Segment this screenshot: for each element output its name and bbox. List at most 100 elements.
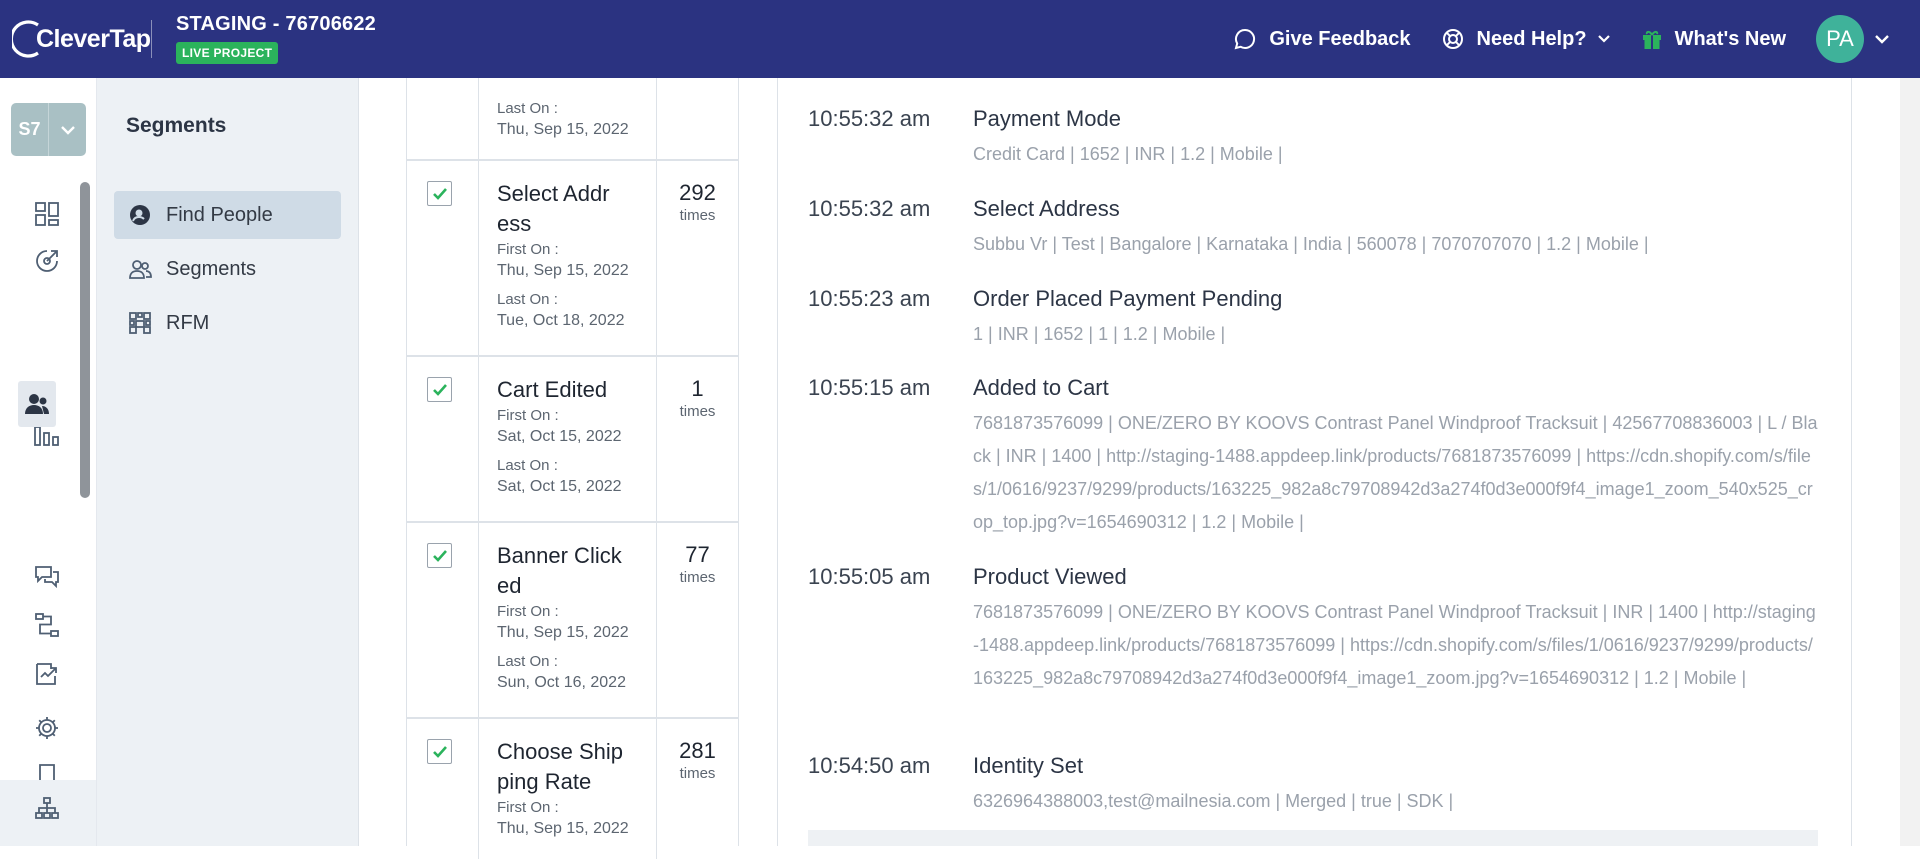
activity-properties: 7681873576099 | ONE/ZERO BY KOOVS Contra… [973,413,1818,532]
checkmark-icon [432,383,447,396]
last-on-value: Tue, Oct 18, 2022 [497,312,625,329]
give-feedback-button[interactable]: Give Feedback [1233,27,1411,51]
account-chevron-icon [48,103,86,156]
event-checkbox[interactable] [427,739,452,764]
first-on-value: Sat, Oct 15, 2022 [497,428,622,445]
times-label: times [679,207,716,224]
activity-time: 10:55:15 am [808,375,931,400]
top-header: CleverTap STAGING - 76706622 LIVE PROJEC… [0,0,1920,78]
activity-properties: 7681873576099 | ONE/ZERO BY KOOVS Contra… [973,602,1816,688]
account-switcher[interactable]: S7 [11,103,86,156]
activity-footer-bar [808,830,1818,846]
subnav-item-label: Segments [166,257,257,280]
clevertap-logo[interactable]: CleverTap [12,16,151,62]
activity-time: 10:55:23 am [808,286,931,311]
rail-scrollbar[interactable] [80,182,90,498]
user-avatar[interactable]: PA [1816,15,1864,63]
activity-event-name: Order Placed Payment Pending [973,286,1283,311]
event-name[interactable]: Select Addr ess [497,179,627,239]
table-row: Banner Click ed First On : Thu, Sep 15, … [407,523,738,719]
live-project-badge: LIVE PROJECT [176,42,279,64]
times-label: times [679,765,716,782]
logo-text: CleverTap [36,24,151,53]
activity-properties: 6326964388003,test@mailnesia.com | Merge… [973,791,1454,811]
first-on-value: Thu, Sep 15, 2022 [497,820,629,837]
project-switcher[interactable]: STAGING - 76706622 LIVE PROJECT [176,13,376,64]
clevertap-logo-icon [12,20,39,58]
activity-event-name: Select Address [973,196,1120,221]
activity-event-name: Product Viewed [973,564,1127,589]
avatar-chevron-down-icon[interactable] [1874,34,1890,44]
subnav-item-rfm[interactable]: RFM [114,299,341,347]
rfm-grid-icon [129,312,151,334]
last-on-label: Last On : [497,100,558,117]
lifebuoy-icon [1442,29,1463,49]
activity-properties: 1 | INR | 1652 | 1 | 1.2 | Mobile | [973,324,1226,344]
settings-gear-icon[interactable] [29,710,65,746]
first-on-label: First On : [497,407,559,424]
table-row: Select Addr ess First On : Thu, Sep 15, … [407,161,738,357]
activity-properties: Credit Card | 1652 | INR | 1.2 | Mobile … [973,144,1283,164]
first-on-value: Thu, Sep 15, 2022 [497,624,629,641]
checkmark-icon [432,745,447,758]
event-checkbox[interactable] [427,543,452,568]
times-label: times [679,403,716,420]
first-on-value: Thu, Sep 15, 2022 [497,262,629,279]
last-on-label: Last On : [497,457,558,474]
last-on-value: Sun, Oct 16, 2022 [497,674,626,691]
account-code: S7 [18,119,41,139]
table-row: Cart Edited First On : Sat, Oct 15, 2022… [407,357,738,523]
need-help-dropdown[interactable]: Need Help? [1441,27,1611,51]
chevron-down-icon [1597,35,1610,43]
event-count: 292 [679,180,716,205]
dashboard-icon[interactable] [29,196,65,232]
event-count: 1 [691,376,704,401]
last-on-label: Last On : [497,291,558,308]
rail-bottom-area [0,780,96,846]
activity-time: 10:54:50 am [808,753,931,778]
activity-properties: Subbu Vr | Test | Bangalore | Karnataka … [973,234,1649,254]
subnav-item-segments[interactable]: Segments [114,245,341,293]
activity-event-name: Identity Set [973,753,1084,778]
subnav-item-find-people[interactable]: Find People [114,191,341,239]
journeys-icon[interactable] [29,243,65,279]
messages-icon[interactable] [29,558,65,594]
activity-time: 10:55:32 am [808,106,931,131]
table-row: Choose Ship ping Rate First On : Thu, Se… [407,719,738,859]
first-on-label: First On : [497,799,559,816]
subnav-item-label: RFM [166,311,210,334]
chat-bubble-icon [1234,28,1256,50]
flows-icon[interactable] [29,607,65,643]
project-name: STAGING - 76706622 [176,13,376,35]
org-hierarchy-icon[interactable] [29,790,65,826]
checkmark-icon [432,549,447,562]
subnav-item-label: Find People [166,203,273,226]
main-content: Last On : Thu, Sep 15, 2022 Select Addr … [360,78,1900,859]
activity-event-name: Payment Mode [973,106,1121,131]
page-scrollbar[interactable] [1900,78,1920,846]
activity-stream: 10:55:32 am Payment Mode Credit Card | 1… [777,78,1852,846]
event-checkbox[interactable] [427,377,452,402]
gift-icon [1642,30,1661,49]
need-help-label: Need Help? [1476,27,1587,50]
event-checkbox[interactable] [427,181,452,206]
table-row: Last On : Thu, Sep 15, 2022 [407,78,738,161]
checkmark-icon [432,187,447,200]
last-on-label: Last On : [497,653,558,670]
last-on-value: Thu, Sep 15, 2022 [497,121,629,138]
event-name[interactable]: Cart Edited [497,375,656,405]
event-count: 281 [679,738,716,763]
first-on-label: First On : [497,603,559,620]
campaign-report-icon[interactable] [29,656,65,692]
event-name[interactable]: Choose Ship ping Rate [497,737,642,797]
activity-time: 10:55:32 am [808,196,931,221]
segments-subnav: Segments Find People Segments RFM [97,78,359,846]
whats-new-button[interactable]: What's New [1641,28,1786,51]
whats-new-label: What's New [1674,27,1786,50]
segments-rail-icon[interactable] [18,381,56,427]
event-summary-table: Last On : Thu, Sep 15, 2022 Select Addr … [406,78,739,859]
event-name[interactable]: Banner Click ed [497,541,637,601]
header-actions: Give Feedback Need Help? What's New PA [1203,0,1890,78]
times-label: times [679,569,716,586]
activity-time: 10:55:05 am [808,564,931,589]
